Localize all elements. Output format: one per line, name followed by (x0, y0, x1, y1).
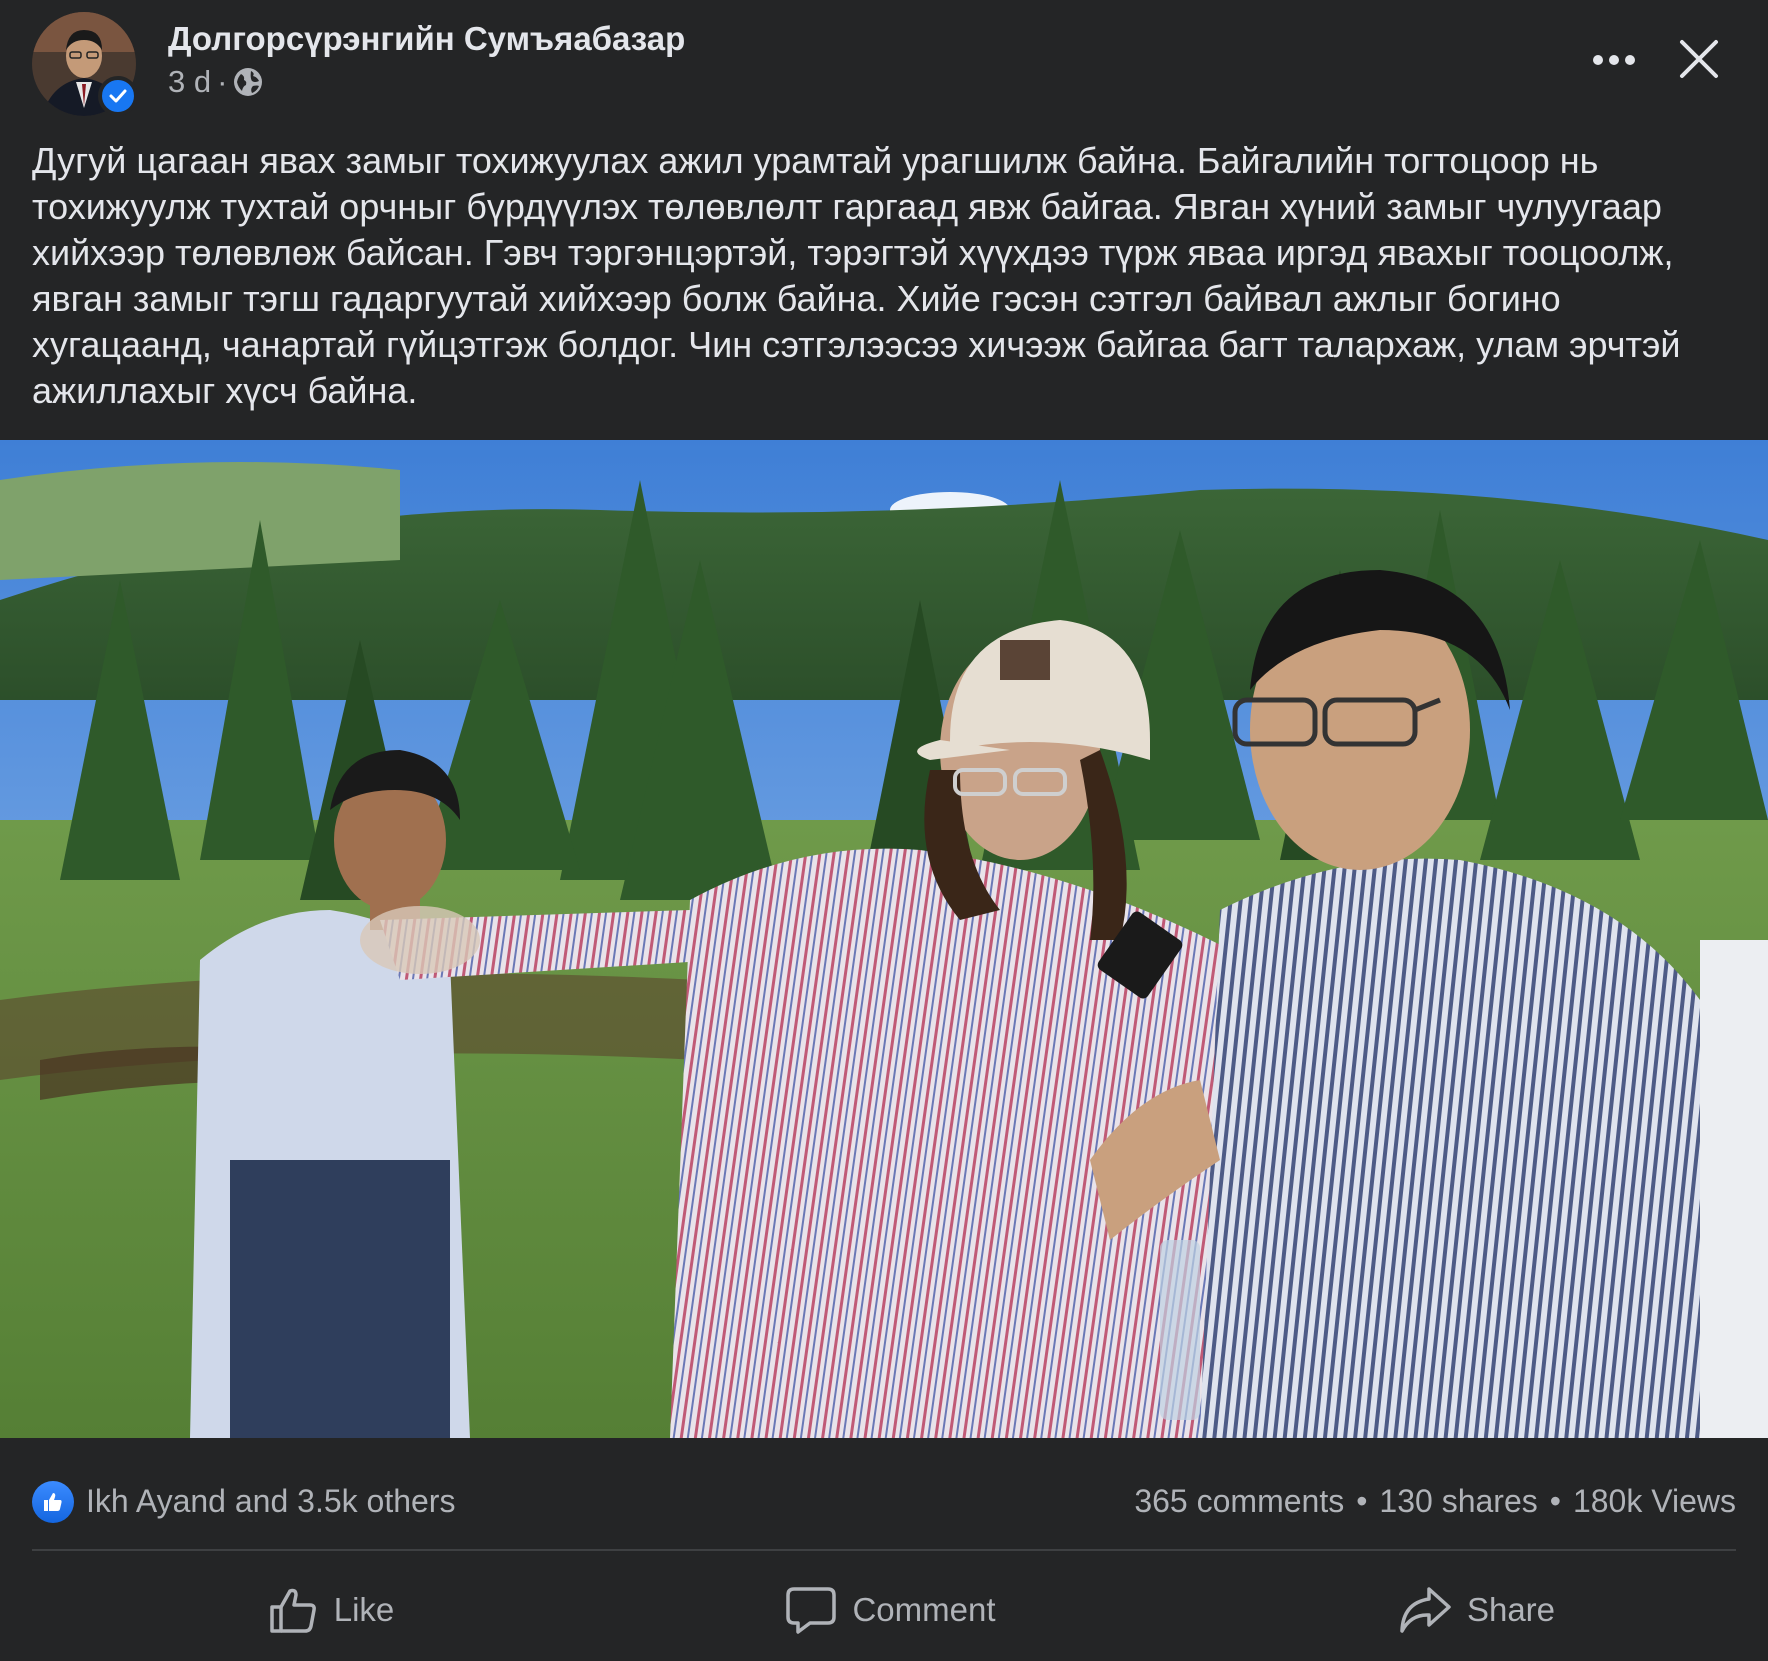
stats-separator: • (1356, 1483, 1368, 1519)
close-icon (1680, 40, 1718, 78)
post-time[interactable]: 3 d (168, 64, 211, 100)
like-label: Like (333, 1591, 395, 1628)
verified-check-icon (98, 76, 138, 116)
post-text: Дугуй цагаан явах замыг тохижуулах ажил … (32, 140, 1681, 411)
reactions-row: Ikh Ayand and 3.5k others 365 comments •… (0, 1475, 1768, 1529)
share-arrow-icon (1400, 1587, 1451, 1633)
globe-icon (233, 67, 263, 97)
post-actions: Like Comment Share (0, 1566, 1768, 1654)
post-meta: 3 d · (168, 64, 263, 100)
close-button[interactable] (1676, 36, 1722, 82)
author-name[interactable]: Долгорсүрэнгийн Сумъяабазар (168, 20, 685, 58)
share-label: Share (1466, 1591, 1556, 1628)
share-button[interactable]: Share (1376, 1566, 1576, 1654)
meta-separator: · (217, 64, 228, 99)
like-reaction-icon[interactable] (32, 1481, 74, 1523)
reactions-summary[interactable]: Ikh Ayand and 3.5k others (86, 1483, 455, 1520)
post-stats: 365 comments • 130 shares • 180k Views (1134, 1483, 1736, 1520)
actions-divider (32, 1549, 1736, 1551)
like-button[interactable]: Like (230, 1566, 430, 1654)
thumbs-up-icon (269, 1588, 316, 1633)
post-photo[interactable] (0, 440, 1768, 1438)
comment-bubble-icon (786, 1587, 837, 1634)
comment-button[interactable]: Comment (770, 1566, 1010, 1654)
comment-label: Comment (852, 1591, 996, 1628)
comments-count[interactable]: 365 comments (1134, 1483, 1344, 1520)
more-options-button[interactable] (1584, 40, 1644, 80)
views-count: 180k Views (1572, 1483, 1736, 1519)
post-header: Долгорсүрэнгийн Сумъяабазар 3 d · (0, 0, 1768, 125)
shares-count[interactable]: 130 shares (1379, 1483, 1537, 1520)
more-dots-icon (1593, 55, 1635, 65)
stats-separator: • (1549, 1483, 1561, 1519)
